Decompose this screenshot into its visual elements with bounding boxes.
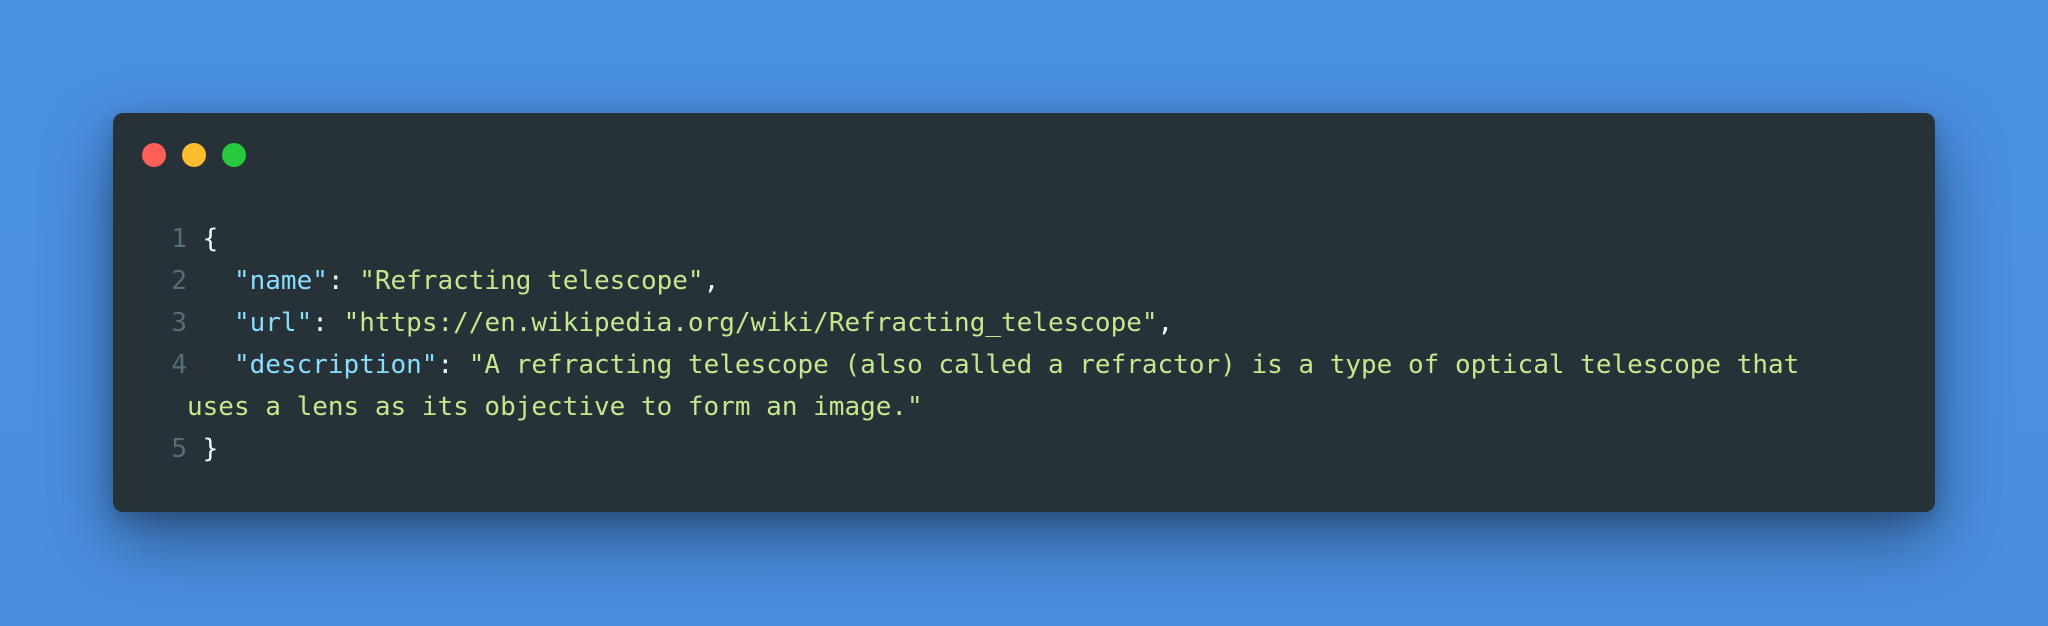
separator: : <box>437 350 469 380</box>
comma: , <box>703 266 720 296</box>
code-line: 1 { <box>113 218 1935 260</box>
line-content: } <box>187 428 1935 470</box>
window-controls <box>142 143 246 167</box>
line-number: 2 <box>171 266 187 296</box>
maximize-button[interactable] <box>222 143 246 167</box>
code-line: 5 } <box>113 428 1935 470</box>
code-line: 2 "name": "Refracting telescope", <box>113 260 1935 302</box>
minimize-button[interactable] <box>182 143 206 167</box>
line-content: { <box>187 218 1935 260</box>
code-line: 4 "description": "A refracting telescope… <box>113 344 1935 428</box>
json-key: "description" <box>233 350 438 380</box>
code-window: 1 { 2 "name": "Refracting telescope", 3 … <box>113 113 1935 512</box>
line-number: 3 <box>171 308 187 338</box>
line-number: 4 <box>171 350 187 380</box>
json-string-value: "https://en.wikipedia.org/wiki/Refractin… <box>343 308 1158 338</box>
line-number: 1 <box>171 224 187 254</box>
code-line: 3 "url": "https://en.wikipedia.org/wiki/… <box>113 302 1935 344</box>
json-key: "name" <box>233 266 328 296</box>
comma: , <box>1157 308 1174 338</box>
json-key: "url" <box>233 308 313 338</box>
line-number: 5 <box>171 434 187 464</box>
close-brace: } <box>202 434 219 464</box>
separator: : <box>312 308 344 338</box>
close-button[interactable] <box>142 143 166 167</box>
code-block: 1 { 2 "name": "Refracting telescope", 3 … <box>113 218 1935 470</box>
separator: : <box>327 266 360 296</box>
open-brace: { <box>202 224 219 254</box>
json-string-value: "Refracting telescope" <box>359 266 704 296</box>
line-content: "name": "Refracting telescope", <box>187 260 1935 302</box>
line-content: "url": "https://en.wikipedia.org/wiki/Re… <box>187 302 1935 344</box>
line-content: "description": "A refracting telescope (… <box>187 344 1935 428</box>
